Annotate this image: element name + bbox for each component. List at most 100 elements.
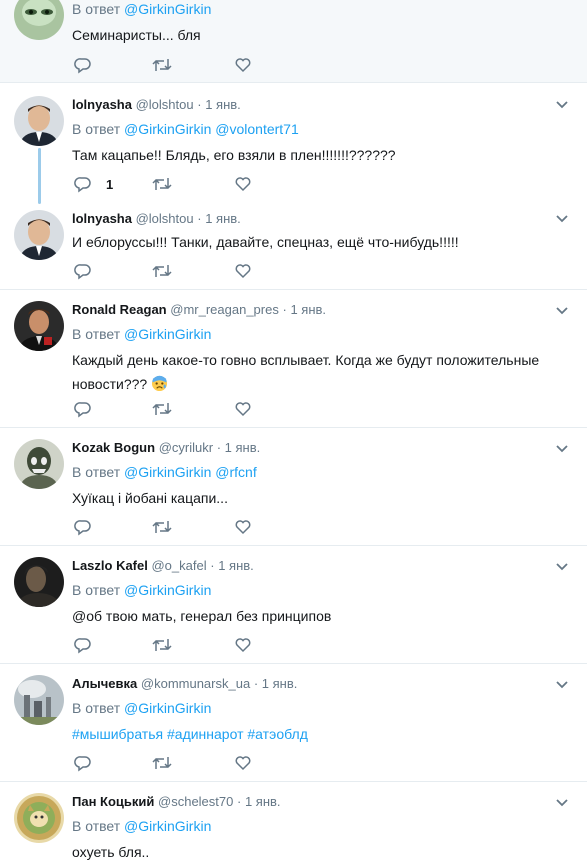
tweet-header: lolnyasha @lolshtou · 1 янв. [72,97,241,112]
retweet-icon [152,757,172,769]
reply-button[interactable] [74,635,92,655]
timestamp[interactable]: 1 янв. [218,558,254,573]
tweet-text-line: Каждый день какое-то говно всплывает. Ко… [72,352,540,368]
avatar[interactable] [14,301,64,351]
retweet-button[interactable] [152,517,172,537]
retweet-icon [152,403,172,415]
tweet[interactable]: lolnyasha @lolshtou · 1 янв. В ответ @Gi… [0,84,587,206]
reply-button[interactable] [74,517,92,537]
retweet-icon [152,639,172,651]
reply-icon [74,177,91,193]
reply-icon [74,402,91,418]
reply-prefix: В ответ [72,582,121,598]
mention-link[interactable]: @volontert71 [215,121,298,137]
mention-link[interactable]: @rfcnf [215,464,256,480]
username[interactable]: @cyrilukr [159,440,213,455]
display-name[interactable]: Laszlo Kafel [72,558,148,573]
timestamp[interactable]: 1 янв. [205,211,241,226]
retweet-button[interactable] [152,55,172,75]
reply-button[interactable] [74,55,92,75]
tweet[interactable]: lolnyasha @lolshtou · 1 янв. И еблоруссы… [0,206,587,290]
mention-link[interactable]: @GirkinGirkin [124,1,211,17]
avatar[interactable] [14,675,64,725]
tweet-actions [72,517,302,537]
chevron-down-icon[interactable] [555,562,569,572]
retweet-button[interactable] [152,753,172,773]
retweet-button[interactable] [152,399,172,419]
retweet-button[interactable] [152,174,172,194]
timestamp[interactable]: 1 янв. [290,302,326,317]
tweet-header: Laszlo Kafel @o_kafel · 1 янв. [72,558,254,573]
display-name[interactable]: Kozak Bogun [72,440,155,455]
like-button[interactable] [234,517,252,537]
chevron-down-icon[interactable] [555,214,569,224]
display-name[interactable]: Алычевка [72,676,137,691]
retweet-button[interactable] [152,635,172,655]
like-icon [235,177,251,192]
mention-link[interactable]: @GirkinGirkin [124,121,211,137]
reply-prefix: В ответ [72,464,121,480]
like-button[interactable] [234,174,252,194]
mention-link[interactable]: @GirkinGirkin [124,582,211,598]
tweet[interactable]: Laszlo Kafel @o_kafel · 1 янв. В ответ @… [0,546,587,664]
chevron-down-icon[interactable] [555,798,569,808]
retweet-button[interactable] [152,261,172,281]
like-button[interactable] [234,635,252,655]
chevron-down-icon[interactable] [555,680,569,690]
reply-context: В ответ @GirkinGirkin [72,699,557,717]
like-button[interactable] [234,399,252,419]
reply-button[interactable] [74,753,92,773]
like-button[interactable] [234,261,252,281]
timestamp[interactable]: 1 янв. [262,676,298,691]
mention-link[interactable]: @GirkinGirkin [124,700,211,716]
tweet[interactable]: Ronald Reagan @mr_reagan_pres · 1 янв. В… [0,290,587,428]
timestamp[interactable]: 1 янв. [245,794,281,809]
tweet-text: #мышибратья #адиннарот #атэоблд [72,722,557,746]
username[interactable]: @o_kafel [151,558,206,573]
tweet-text: Там кацапье!! Блядь, его взяли в плен!!!… [72,147,396,163]
retweet-icon [152,521,172,533]
tweet-actions [72,261,302,281]
tweet-actions [72,635,302,655]
username[interactable]: @lolshtou [136,97,194,112]
tweet[interactable]: Алычевка @kommunarsk_ua · 1 янв. В ответ… [0,664,587,782]
reply-context: В ответ @GirkinGirkin @rfcnf [72,463,557,481]
like-button[interactable] [234,753,252,773]
username[interactable]: @mr_reagan_pres [170,302,279,317]
tweet[interactable]: Kozak Bogun @cyrilukr · 1 янв. В ответ @… [0,428,587,546]
tweet[interactable]: Пан Коцький @schelest70 · 1 янв. В ответ… [0,782,587,864]
reply-prefix: В ответ [72,818,121,834]
chevron-down-icon[interactable] [555,444,569,454]
timestamp[interactable]: 1 янв. [225,440,261,455]
reply-button[interactable] [74,399,92,419]
username[interactable]: @schelest70 [158,794,233,809]
reply-button[interactable]: 1 [74,174,113,194]
display-name[interactable]: lolnyasha [72,97,132,112]
tweet-text: Каждый день какое-то говно всплывает. Ко… [72,348,557,396]
hashtag-link[interactable]: #адиннарот [167,726,244,742]
reply-icon [74,638,91,654]
hashtag-link[interactable]: #мышибратья [72,726,163,742]
mention-link[interactable]: @GirkinGirkin [124,326,211,342]
mention-link[interactable]: @GirkinGirkin [124,464,211,480]
like-icon [235,520,251,535]
avatar[interactable] [14,0,64,40]
timestamp[interactable]: 1 янв. [205,97,241,112]
avatar[interactable] [14,210,64,260]
display-name[interactable]: Ronald Reagan [72,302,167,317]
avatar[interactable] [14,96,64,146]
username[interactable]: @lolshtou [136,211,194,226]
display-name[interactable]: Пан Коцький [72,794,154,809]
tweet-actions [72,753,302,773]
avatar[interactable] [14,557,64,607]
chevron-down-icon[interactable] [555,100,569,110]
reply-button[interactable] [74,261,92,281]
avatar[interactable] [14,793,64,843]
chevron-down-icon[interactable] [555,306,569,316]
display-name[interactable]: lolnyasha [72,211,132,226]
hashtag-link[interactable]: #атэоблд [247,726,308,742]
avatar[interactable] [14,439,64,489]
mention-link[interactable]: @GirkinGirkin [124,818,211,834]
username[interactable]: @kommunarsk_ua [141,676,250,691]
like-button[interactable] [234,55,252,75]
